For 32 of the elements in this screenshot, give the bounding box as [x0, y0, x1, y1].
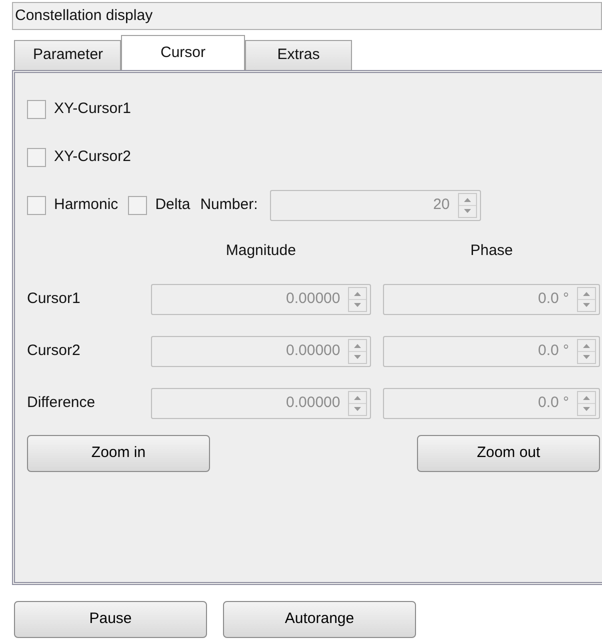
checkbox-label: XY-Cursor2 — [54, 146, 131, 167]
checkbox[interactable] — [27, 148, 46, 166]
spin-value: 0.0 ° — [536, 392, 570, 413]
number-label: Number: — [200, 194, 258, 215]
checkbox[interactable] — [27, 100, 46, 118]
spin-value: 0.0 ° — [536, 340, 570, 361]
column-header: Magnitude — [224, 240, 297, 261]
row-label: Cursor1 — [27, 288, 82, 309]
checkbox[interactable] — [27, 196, 46, 214]
checkbox-label: Delta — [155, 194, 190, 215]
spin-value: 0.00000 — [285, 288, 342, 309]
checkbox-label: XY-Cursor1 — [54, 98, 131, 119]
spin-arrows-icon[interactable] — [577, 390, 596, 416]
spin-value: 0.00000 — [285, 340, 342, 361]
window-title: Constellation display — [12, 2, 602, 30]
column-header: Phase — [469, 240, 514, 261]
tab[interactable]: Extras — [245, 40, 352, 70]
action-button[interactable]: Autorange — [223, 601, 416, 638]
spin-value: 0.00000 — [285, 392, 342, 413]
row-label: Cursor2 — [27, 340, 82, 361]
zoom-button[interactable]: Zoom in — [27, 435, 210, 472]
checkbox-label: Harmonic — [54, 194, 118, 215]
spin-arrows-icon[interactable] — [577, 286, 596, 312]
action-button[interactable]: Pause — [14, 601, 207, 638]
row-label: Difference — [27, 392, 96, 413]
spin-arrows-icon[interactable] — [577, 338, 596, 364]
tab[interactable]: Parameter — [14, 40, 121, 70]
tab[interactable]: Cursor — [121, 35, 245, 70]
zoom-button[interactable]: Zoom out — [417, 435, 600, 472]
spin-value: 20 — [432, 194, 451, 215]
spin-value: 0.0 ° — [536, 288, 570, 309]
checkbox[interactable] — [128, 196, 148, 214]
